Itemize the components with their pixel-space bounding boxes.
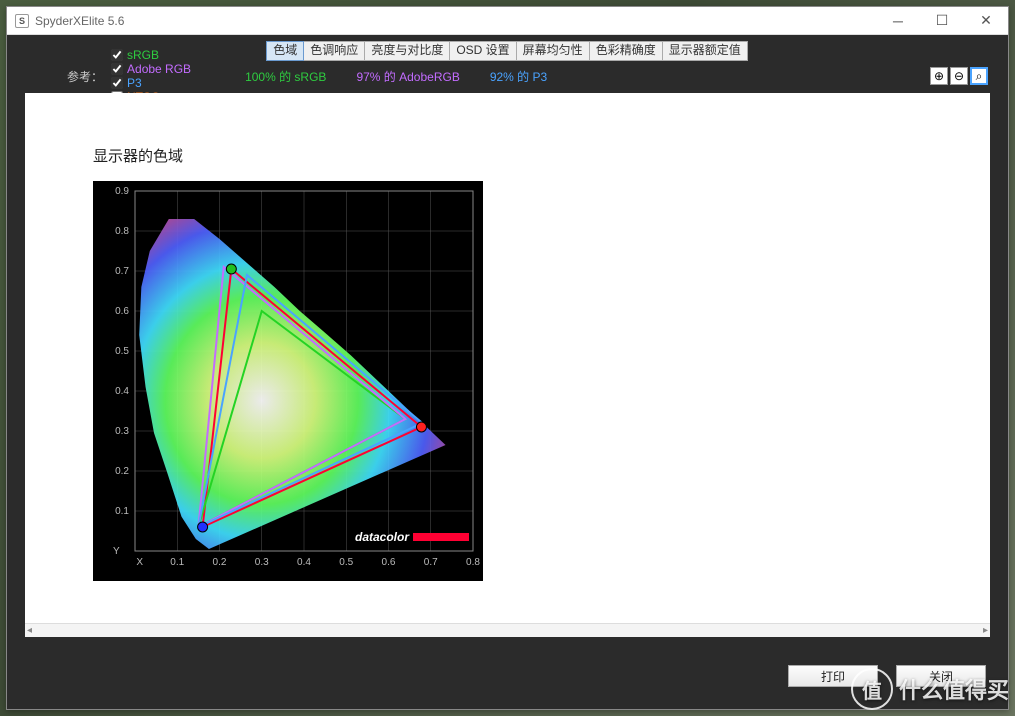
svg-text:0.2: 0.2: [213, 557, 227, 568]
tab-6[interactable]: 显示器额定值: [662, 41, 748, 61]
content-area: 显示器的色域 0.1 0.2 0.3 0.4 0.5 0.6 0.7 0.8 0.1 0.2 0.3…: [25, 93, 990, 637]
section-title: 显示器的色域: [93, 145, 183, 166]
gamut-chart: 0.1 0.2 0.3 0.4 0.5 0.6 0.7 0.8 0.1 0.2 0.3 0.4 0.5 0…: [93, 181, 483, 581]
tab-5[interactable]: 色彩精确度: [589, 41, 663, 61]
app-window: S SpyderXElite 5.6 ─ ☐ ✕ 色域色调响应亮度与对比度OSD…: [6, 6, 1009, 710]
svg-text:0.3: 0.3: [115, 426, 129, 437]
checkbox-input[interactable]: [111, 49, 123, 61]
ref-checkbox-p3[interactable]: P3: [111, 76, 191, 90]
window-title: SpyderXElite 5.6: [35, 14, 876, 28]
tab-1[interactable]: 色调响应: [303, 41, 365, 61]
zoom-out-icon[interactable]: ⊖: [950, 67, 968, 85]
print-button[interactable]: 打印: [788, 665, 878, 687]
reference-row: 参考： sRGBAdobe RGBP3NTSC 100% 的 sRGB97% 的…: [7, 61, 1008, 91]
svg-text:0.5: 0.5: [339, 557, 353, 568]
svg-text:0.6: 0.6: [115, 306, 129, 317]
zoom-in-icon[interactable]: ⊕: [930, 67, 948, 85]
zoom-fit-icon[interactable]: ⌕: [970, 67, 988, 85]
svg-text:0.9: 0.9: [115, 186, 129, 197]
ref-name: P3: [127, 76, 142, 90]
ref-checkbox-adobergb[interactable]: Adobe RGB: [111, 62, 191, 76]
svg-text:0.5: 0.5: [115, 346, 129, 357]
svg-text:0.8: 0.8: [115, 226, 129, 237]
tab-3[interactable]: OSD 设置: [449, 41, 516, 61]
footer: 打印 关闭: [7, 665, 1008, 695]
tab-4[interactable]: 屏幕均匀性: [516, 41, 590, 61]
svg-text:Y: Y: [113, 546, 120, 557]
ref-name: Adobe RGB: [127, 62, 191, 76]
coverage-readout-0: 100% 的 sRGB: [245, 70, 326, 84]
checkbox-input[interactable]: [111, 63, 123, 75]
ref-name: sRGB: [127, 48, 159, 62]
app-icon: S: [15, 14, 29, 28]
svg-text:0.1: 0.1: [115, 506, 129, 517]
tab-2[interactable]: 亮度与对比度: [364, 41, 450, 61]
horizontal-scrollbar[interactable]: ◂▸: [25, 623, 990, 637]
svg-text:0.1: 0.1: [170, 557, 184, 568]
svg-text:0.7: 0.7: [115, 266, 129, 277]
svg-text:0.3: 0.3: [255, 557, 269, 568]
maximize-button[interactable]: ☐: [920, 7, 964, 34]
reference-label: 参考：: [67, 68, 103, 85]
app-body: 色域色调响应亮度与对比度OSD 设置屏幕均匀性色彩精确度显示器额定值 参考： s…: [7, 35, 1008, 709]
svg-text:0.4: 0.4: [297, 557, 311, 568]
svg-text:0.4: 0.4: [115, 386, 129, 397]
svg-text:X: X: [136, 557, 143, 568]
titlebar: S SpyderXElite 5.6 ─ ☐ ✕: [7, 7, 1008, 35]
coverage-readout-1: 97% 的 AdobeRGB: [356, 70, 459, 84]
tab-0[interactable]: 色域: [266, 41, 304, 61]
svg-text:datacolor: datacolor: [355, 530, 410, 544]
svg-text:0.6: 0.6: [382, 557, 396, 568]
svg-text:0.7: 0.7: [424, 557, 438, 568]
close-app-button[interactable]: 关闭: [896, 665, 986, 687]
svg-text:0.8: 0.8: [466, 557, 480, 568]
checkbox-input[interactable]: [111, 77, 123, 89]
minimize-button[interactable]: ─: [876, 7, 920, 34]
zoom-controls: ⊕ ⊖ ⌕: [930, 67, 988, 85]
svg-text:0.2: 0.2: [115, 466, 129, 477]
close-button[interactable]: ✕: [964, 7, 1008, 34]
ref-checkbox-srgb[interactable]: sRGB: [111, 48, 191, 62]
coverage-readout-2: 92% 的 P3: [490, 70, 547, 84]
